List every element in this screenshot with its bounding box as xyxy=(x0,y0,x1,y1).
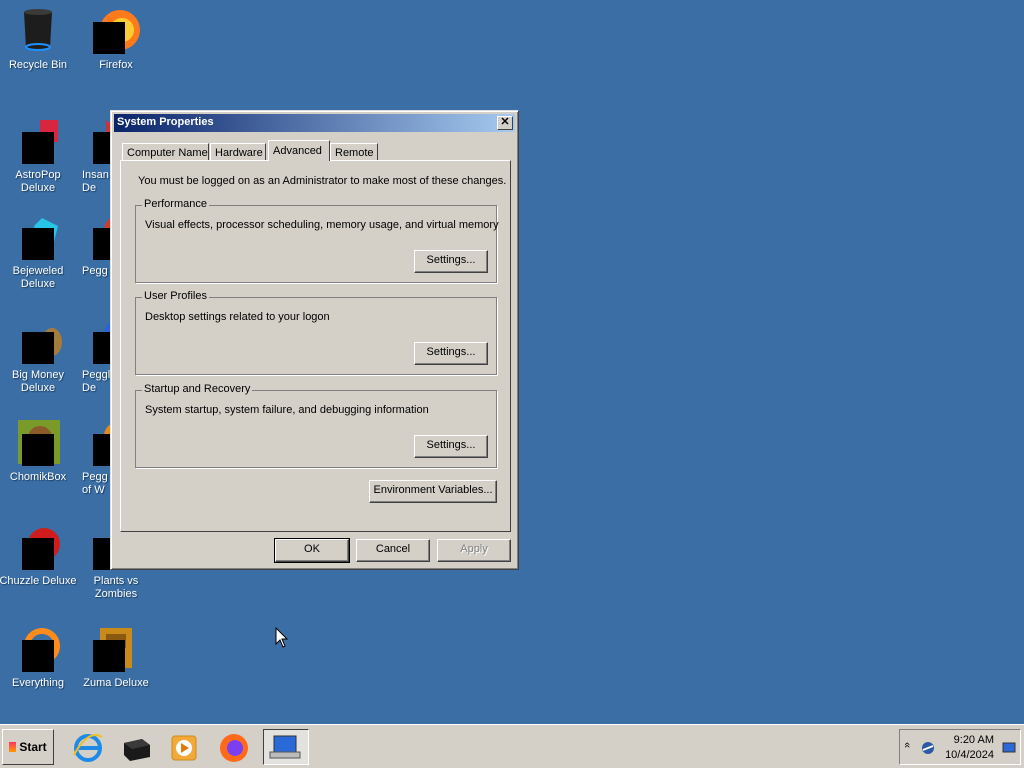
group-description: Desktop settings related to your logon xyxy=(145,311,330,323)
clock[interactable]: 9:20 AM 10/4/2024 xyxy=(945,733,994,763)
clock-date: 10/4/2024 xyxy=(945,749,994,761)
start-button[interactable]: Start xyxy=(2,729,54,765)
admin-note: You must be logged on as an Administrato… xyxy=(138,175,507,187)
tab-computer-name[interactable]: Computer Name xyxy=(122,143,209,160)
desktop-icon-firefox[interactable]: Firefox xyxy=(76,6,156,72)
tab-remote[interactable]: Remote xyxy=(330,143,378,160)
chuzzle-icon xyxy=(14,522,62,570)
dialog-title: System Properties xyxy=(117,116,214,128)
group-label: Startup and Recovery xyxy=(142,383,253,395)
cancel-button[interactable]: Cancel xyxy=(356,539,430,562)
redaction-box xyxy=(22,538,54,570)
mouse-pointer-icon xyxy=(275,626,289,652)
ok-button[interactable]: OK xyxy=(274,538,350,563)
close-button[interactable]: ✕ xyxy=(497,116,513,130)
apply-button[interactable]: Apply xyxy=(437,539,511,562)
redaction-box xyxy=(93,22,125,54)
big-money-icon xyxy=(14,316,62,364)
everything-icon xyxy=(14,624,62,672)
desktop-icon-zuma[interactable]: Zuma Deluxe xyxy=(76,624,156,690)
tab-hardware[interactable]: Hardware xyxy=(210,143,266,160)
redaction-box xyxy=(22,132,54,164)
performance-settings-button[interactable]: Settings... xyxy=(414,250,488,273)
astropop-icon xyxy=(14,116,62,164)
close-icon: ✕ xyxy=(500,116,510,128)
group-description: Visual effects, processor scheduling, me… xyxy=(145,219,499,231)
performance-group: Performance Visual effects, processor sc… xyxy=(135,198,499,283)
clock-time: 9:20 AM xyxy=(953,734,994,746)
show-desktop-corner-icon[interactable] xyxy=(1002,742,1016,754)
group-label: User Profiles xyxy=(142,290,209,302)
dialog-titlebar[interactable]: System Properties ✕ xyxy=(114,114,515,132)
desktop-icon-chomikbox[interactable]: ChomikBox xyxy=(0,418,78,484)
tab-advanced[interactable]: Advanced xyxy=(268,140,330,161)
desktop-icon-bejeweled[interactable]: Bejeweled Deluxe xyxy=(0,212,78,291)
tray-expand-icon[interactable]: « xyxy=(901,742,913,748)
internet-explorer-icon[interactable] xyxy=(70,729,106,765)
startup-recovery-settings-button[interactable]: Settings... xyxy=(414,435,488,458)
windows-flag-icon xyxy=(9,742,17,752)
redaction-box xyxy=(93,640,125,672)
recycle-bin-icon xyxy=(14,6,62,54)
desktop-icon-big-money[interactable]: Big Money Deluxe xyxy=(0,316,78,395)
media-player-icon[interactable] xyxy=(166,729,202,765)
firefox-taskbar-icon[interactable] xyxy=(216,729,252,765)
desktop-icon-everything[interactable]: Everything xyxy=(0,624,78,690)
redaction-box xyxy=(22,228,54,260)
system-tray: « 9:20 AM 10/4/2024 xyxy=(899,729,1021,765)
zuma-icon xyxy=(92,624,140,672)
chomikbox-icon xyxy=(14,418,62,466)
network-icon[interactable] xyxy=(920,740,936,756)
firefox-icon xyxy=(92,6,140,54)
taskbar: Start « 9:20 AM 10/4/2024 xyxy=(0,724,1024,768)
desktop-icon-recycle-bin[interactable]: Recycle Bin xyxy=(0,6,78,72)
desktop-icon-astropop[interactable]: AstroPop Deluxe xyxy=(0,116,78,195)
redaction-box xyxy=(22,332,54,364)
user-profiles-settings-button[interactable]: Settings... xyxy=(414,342,488,365)
system-properties-taskbar-icon[interactable] xyxy=(263,729,309,765)
group-label: Performance xyxy=(142,198,209,210)
redaction-box xyxy=(22,640,54,672)
desktop-icon-chuzzle[interactable]: Chuzzle Deluxe xyxy=(0,522,78,588)
redaction-box xyxy=(22,434,54,466)
bejeweled-icon xyxy=(14,212,62,260)
show-desktop-icon[interactable] xyxy=(118,729,154,765)
user-profiles-group: User Profiles Desktop settings related t… xyxy=(135,290,497,375)
environment-variables-button[interactable]: Environment Variables... xyxy=(369,480,497,503)
group-description: System startup, system failure, and debu… xyxy=(145,404,429,416)
system-properties-dialog: System Properties ✕ Computer Name Hardwa… xyxy=(110,110,519,570)
startup-recovery-group: Startup and Recovery System startup, sys… xyxy=(135,383,497,468)
